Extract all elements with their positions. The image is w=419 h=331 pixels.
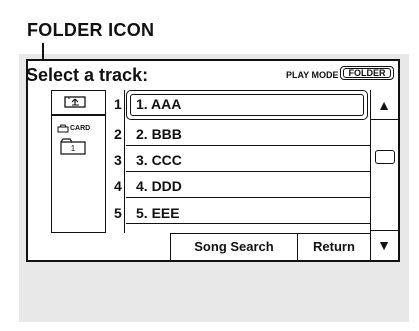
track-number: 1	[114, 96, 122, 112]
card-icon	[57, 124, 69, 133]
folder-up-icon[interactable]	[64, 96, 86, 108]
track-label: 4. DDD	[136, 178, 182, 194]
song-search-button[interactable]: Song Search	[171, 234, 298, 260]
play-mode-label: PLAY MODE	[286, 70, 339, 80]
folder-panel	[51, 90, 106, 233]
play-mode-folder-button[interactable]: FOLDER	[340, 66, 394, 80]
folder-icon-callout: FOLDER ICON	[27, 20, 155, 40]
folder-panel-divider	[51, 114, 106, 116]
track-label: 2. BBB	[136, 126, 182, 142]
folder-icon[interactable]: 1	[60, 137, 86, 155]
track-number: 2	[114, 126, 122, 142]
card-label: CARD	[70, 125, 91, 132]
return-button[interactable]: Return	[298, 234, 370, 260]
track-number: 5	[114, 205, 122, 221]
track-label: 3. CCC	[136, 152, 182, 168]
scroll-up-button[interactable]: ▲	[370, 92, 398, 120]
track-label: 1. AAA	[136, 96, 182, 112]
track-label: 5. EEE	[136, 205, 180, 221]
scroll-down-button[interactable]: ▼	[370, 230, 398, 260]
play-mode-button-frame	[343, 68, 391, 78]
scroll-thumb[interactable]	[375, 150, 395, 164]
page-title: Select a track:	[26, 65, 149, 85]
track-number: 4	[114, 178, 122, 194]
folder-number: 1	[71, 144, 76, 153]
track-number: 3	[114, 152, 122, 168]
